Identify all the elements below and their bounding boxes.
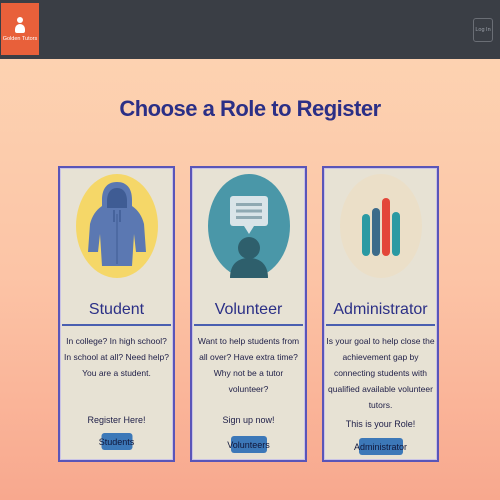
role-description-student: In college? In high school? In school at… (64, 336, 169, 378)
role-card-student: Student In college? In high school? In s… (58, 166, 175, 462)
role-card-volunteer: Volunteer Want to help students from all… (190, 166, 307, 462)
cta-text-student: Register Here! (87, 415, 146, 425)
role-card-administrator: Administrator Is your goal to help close… (322, 166, 439, 462)
card-divider (62, 324, 171, 326)
student-avatar (75, 174, 158, 278)
bar-chart-icon (361, 198, 400, 256)
administrator-avatar (339, 174, 422, 278)
card-divider (194, 324, 303, 326)
login-button[interactable]: Log In (473, 18, 493, 42)
cta-text-volunteer: Sign up now! (222, 415, 275, 425)
students-button[interactable]: Students (99, 433, 134, 450)
role-description-administrator: Is your goal to help close the achieveme… (326, 336, 435, 410)
person-speech-bubble-icon (229, 196, 268, 278)
role-description-volunteer: Want to help students from all over? Hav… (197, 336, 300, 394)
role-title-volunteer: Volunteer (214, 301, 283, 318)
cta-text-administrator: This is your Role! (345, 419, 416, 429)
tutor-person-icon (13, 16, 27, 33)
page-title: Choose a Role to Register (119, 96, 381, 121)
role-title-student: Student (88, 301, 145, 318)
card-divider (326, 324, 435, 326)
logo-text: Golden Tutors (2, 35, 38, 42)
volunteer-avatar (207, 174, 290, 278)
hoodie-icon (87, 182, 146, 266)
administrator-button[interactable]: Administrator (354, 438, 407, 455)
golden-tutors-logo[interactable]: Golden Tutors (1, 3, 39, 55)
volunteers-button[interactable]: Volunteers (227, 436, 270, 453)
role-title-administrator: Administrator (333, 301, 428, 318)
top-navbar: Golden Tutors Log In (0, 0, 500, 59)
